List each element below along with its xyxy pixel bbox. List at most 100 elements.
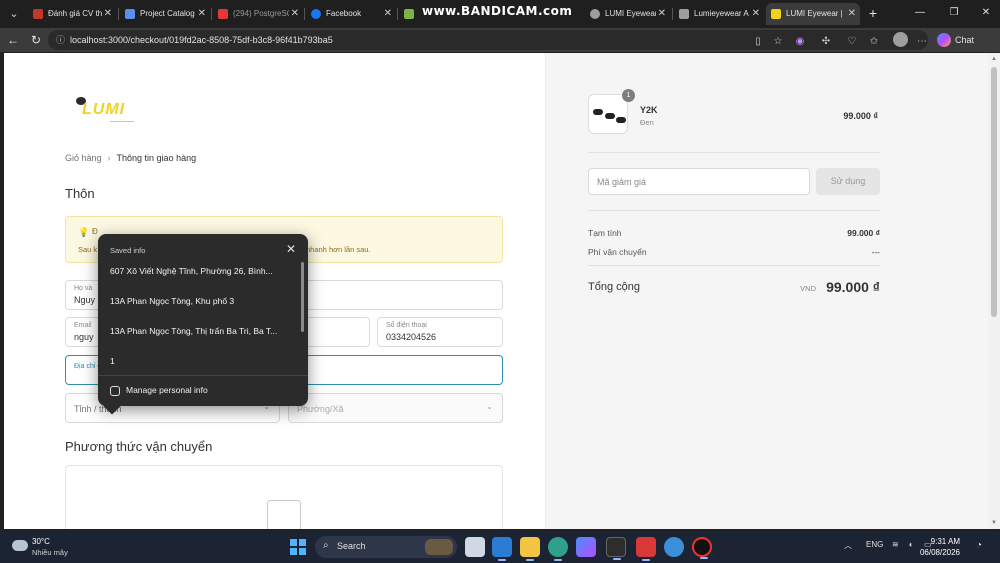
input-language[interactable]: ENG: [866, 540, 883, 549]
url-text[interactable]: localhost:3000/checkout/019fd2ac-8508-75…: [70, 30, 333, 50]
close-tab-icon[interactable]: ✕: [291, 3, 299, 25]
edge-browser-icon[interactable]: [548, 537, 568, 561]
shipping-fee-value: ---: [871, 247, 881, 257]
ward-select[interactable]: Phường/Xã ⌄: [288, 393, 503, 423]
minimize-icon[interactable]: —: [910, 4, 930, 22]
tab-cv-review[interactable]: Đánh giá CV th ✕: [28, 3, 116, 25]
tab-lumi-checkout-active[interactable]: LUMI Eyewear | ✕: [766, 3, 860, 25]
page-scrollbar[interactable]: ▲ ▼: [988, 53, 1000, 529]
tab-separator: [304, 8, 305, 20]
package-box-icon: [267, 500, 301, 529]
close-icon[interactable]: ✕: [286, 242, 296, 256]
tab-project-catalog[interactable]: Project Catalog ✕: [120, 3, 210, 25]
window-close-icon[interactable]: ✕: [976, 4, 996, 22]
favorite-star-icon[interactable]: ☆: [770, 34, 786, 50]
extension-icon[interactable]: ◉: [792, 34, 808, 50]
docker-icon[interactable]: [664, 537, 684, 557]
discount-code-input[interactable]: Mã giảm giá: [588, 168, 810, 195]
weather-widget[interactable]: 30°C Nhiều mây: [12, 536, 68, 558]
scroll-up-icon[interactable]: ▲: [991, 56, 997, 62]
close-tab-icon[interactable]: ✕: [848, 3, 856, 25]
close-tab-icon[interactable]: ✕: [658, 3, 666, 25]
wps-office-icon[interactable]: [636, 537, 656, 561]
currency-code: VND: [800, 284, 816, 293]
restore-icon[interactable]: ❐: [944, 4, 964, 22]
lightbulb-icon: 💡: [78, 227, 90, 237]
site-info-icon[interactable]: ⓘ: [56, 34, 68, 46]
shipping-fee-row: Phí vận chuyển ---: [588, 247, 880, 257]
ward-placeholder: Phường/Xã: [297, 404, 344, 414]
new-tab-icon[interactable]: +: [864, 4, 882, 22]
volume-icon[interactable]: ◖: [908, 540, 913, 549]
back-arrow-icon[interactable]: ←: [4, 31, 22, 49]
tab-title: (294) PostgreSQ: [233, 9, 289, 18]
windows-start-icon[interactable]: [290, 539, 306, 555]
tab-separator: [211, 8, 212, 20]
notice-text-start: Sau k: [78, 245, 98, 254]
tab-lumieyewear-admin[interactable]: Lumieyewear A ✕: [674, 3, 764, 25]
facebook-icon: [311, 9, 321, 19]
total-value: 99.000 ₫: [826, 279, 880, 295]
reload-icon[interactable]: ↻: [27, 31, 45, 49]
tab-separator: [118, 8, 119, 20]
task-view-icon[interactable]: [465, 537, 485, 557]
close-tab-icon[interactable]: ✕: [384, 3, 392, 25]
tab-facebook[interactable]: Facebook ✕: [306, 3, 396, 25]
close-tab-icon[interactable]: ✕: [752, 3, 760, 25]
copilot-chat-button[interactable]: Chat: [937, 31, 974, 49]
saved-address-item[interactable]: 1: [110, 356, 292, 366]
favorites-icon[interactable]: ✩: [866, 34, 882, 50]
manage-personal-info-button[interactable]: Manage personal info: [110, 385, 208, 396]
tab-title: LUMI Eyewear |: [786, 9, 843, 18]
tab-title: LUMI Eyewear: [605, 9, 656, 18]
full-name-value[interactable]: Nguy: [74, 295, 95, 305]
subtotal-value: 99.000 ₫: [847, 228, 880, 238]
copilot-app-icon[interactable]: [576, 537, 596, 557]
bandicam-icon[interactable]: [692, 537, 712, 559]
file-explorer-icon[interactable]: [520, 537, 540, 561]
search-label: Search: [337, 541, 366, 551]
tab-favicon: [771, 9, 781, 19]
email-value[interactable]: nguy: [74, 332, 94, 342]
glasses-image: [605, 113, 615, 119]
apply-discount-button[interactable]: Sử dụng: [816, 168, 880, 195]
phone-field[interactable]: Số điện thoại 0334204526: [377, 317, 503, 347]
browser-tab-strip: ⌄ Đánh giá CV th ✕ Project Catalog ✕ (29…: [0, 0, 1000, 28]
scrollbar-thumb[interactable]: [991, 67, 997, 317]
saved-address-item[interactable]: 13A Phan Ngọc Tòng, Khu phố 3: [110, 296, 292, 306]
notifications-bell-icon[interactable]: ◔: [976, 540, 990, 554]
system-clock[interactable]: 9:31 AM 06/08/2026: [920, 536, 960, 558]
scroll-down-icon[interactable]: ▼: [991, 520, 997, 526]
wifi-icon[interactable]: ≋: [892, 540, 899, 549]
phone-value[interactable]: 0334204526: [386, 332, 436, 342]
show-hidden-icons-icon[interactable]: ︿: [844, 540, 852, 551]
saved-address-item[interactable]: 607 Xô Viết Nghệ Tĩnh, Phường 26, Bình..…: [110, 266, 292, 276]
divider: [588, 152, 880, 153]
reading-view-icon[interactable]: ▯: [750, 34, 766, 50]
shipping-method-title: Phương thức vận chuyển: [65, 439, 213, 454]
browser-essentials-icon[interactable]: ♡: [844, 34, 860, 50]
popup-scrollbar[interactable]: [301, 262, 304, 332]
more-options-icon[interactable]: ⋯: [914, 34, 930, 50]
subtotal-label: Tạm tính: [588, 228, 622, 238]
close-tab-icon[interactable]: ✕: [104, 3, 112, 25]
search-icon: ⌕: [323, 540, 329, 551]
vscode-icon[interactable]: [492, 537, 512, 561]
email-label: Email: [74, 322, 92, 329]
tab-lumi-eyewear[interactable]: LUMI Eyewear ✕: [585, 3, 670, 25]
taskbar-search[interactable]: ⌕ Search: [315, 536, 457, 558]
extensions-puzzle-icon[interactable]: ✣: [818, 34, 834, 50]
breadcrumb-cart-link[interactable]: Giỏ hàng: [65, 153, 102, 163]
brand-logo[interactable]: LUMI: [74, 97, 140, 127]
tab-actions-menu-icon[interactable]: ⌄: [4, 4, 24, 24]
saved-address-item[interactable]: 13A Phan Ngọc Tòng, Thị trấn Ba Tri, Ba …: [110, 326, 292, 336]
address-bar[interactable]: ⓘ localhost:3000/checkout/019fd2ac-8508-…: [48, 30, 928, 50]
notice-text-end: nhanh hơn lần sau.: [306, 245, 371, 254]
tab-partial[interactable]: S: [399, 3, 421, 25]
profile-avatar[interactable]: [893, 32, 908, 47]
close-tab-icon[interactable]: ✕: [198, 3, 206, 25]
terminal-icon[interactable]: [606, 537, 626, 560]
glasses-image: [616, 117, 626, 123]
personal-info-icon: [110, 386, 120, 396]
tab-postgresql-video[interactable]: (294) PostgreSQ ✕: [213, 3, 303, 25]
